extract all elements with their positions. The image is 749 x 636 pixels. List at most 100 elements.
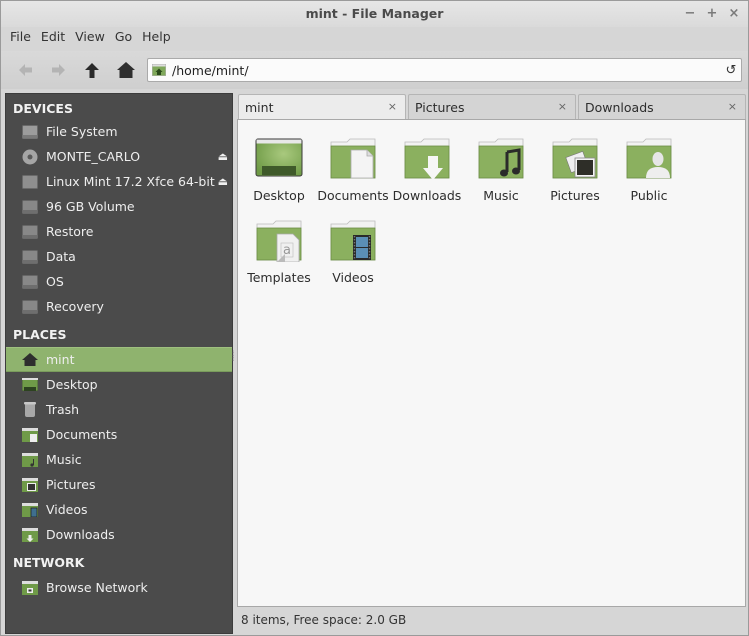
eject-icon[interactable]: ⏏ xyxy=(218,150,228,163)
file-item-label: Public xyxy=(630,188,668,203)
close-tab-icon[interactable]: × xyxy=(558,100,567,113)
file-item-label: Downloads xyxy=(392,188,462,203)
menu-file[interactable]: File xyxy=(5,29,36,44)
folder-documents-icon xyxy=(329,138,377,182)
back-button[interactable] xyxy=(15,60,37,80)
sidebar-item-label: Recovery xyxy=(46,299,104,314)
close-tab-icon[interactable]: × xyxy=(388,100,397,113)
sidebar-item-label: Trash xyxy=(46,402,80,417)
sidebar-item-96gb-volume[interactable]: 96 GB Volume xyxy=(6,194,232,219)
sidebar-item-label: MONTE_CARLO xyxy=(46,149,141,164)
tab-label: Downloads xyxy=(585,100,654,115)
devices-header: DEVICES xyxy=(13,101,73,116)
home-icon xyxy=(117,62,135,78)
sidebar-item-label: File System xyxy=(46,124,118,139)
maximize-button[interactable]: + xyxy=(706,1,718,27)
menu-edit[interactable]: Edit xyxy=(36,29,70,44)
arrow-left-icon xyxy=(19,64,32,76)
sidebar-item-recovery[interactable]: Recovery xyxy=(6,294,232,319)
file-item-pictures[interactable]: Pictures xyxy=(538,138,612,203)
sidebar-item-label: Documents xyxy=(46,427,118,442)
status-bar: 8 items, Free space: 2.0 GB xyxy=(241,613,407,627)
sidebar-item-data[interactable]: Data xyxy=(6,244,232,269)
sidebar-item-label: Restore xyxy=(46,224,94,239)
tab-bar: mint × Pictures × Downloads × xyxy=(236,93,746,120)
sidebar-item-file-system[interactable]: File System xyxy=(6,119,232,144)
harddisk-icon xyxy=(22,199,38,214)
tab-downloads[interactable]: Downloads × xyxy=(578,94,746,120)
menu-go[interactable]: Go xyxy=(110,29,137,44)
tab-pictures[interactable]: Pictures × xyxy=(408,94,576,120)
close-tab-icon[interactable]: × xyxy=(728,100,737,113)
harddisk-icon xyxy=(22,224,38,239)
sidebar-item-label: OS xyxy=(46,274,64,289)
sidebar-item-desktop[interactable]: Desktop xyxy=(6,372,232,397)
file-item-label: Pictures xyxy=(550,188,600,203)
folder-downloads-icon xyxy=(22,527,38,542)
forward-button[interactable] xyxy=(47,60,69,80)
sidebar-item-os[interactable]: OS xyxy=(6,269,232,294)
location-path[interactable]: /home/mint/ xyxy=(172,63,721,78)
file-item-desktop[interactable]: Desktop xyxy=(242,138,316,203)
sidebar-item-label: Pictures xyxy=(46,477,96,492)
sidebar-item-mint[interactable]: mint xyxy=(6,347,232,372)
harddisk-icon xyxy=(22,124,38,139)
sidebar-item-browse-network[interactable]: Browse Network xyxy=(6,575,232,600)
sidebar-item-monte-carlo[interactable]: MONTE_CARLO ⏏ xyxy=(6,144,232,169)
home-folder-icon xyxy=(152,64,166,76)
folder-videos-icon xyxy=(22,502,38,517)
menu-view[interactable]: View xyxy=(70,29,110,44)
arrow-right-icon xyxy=(52,64,65,76)
sidebar-item-label: Videos xyxy=(46,502,88,517)
sidebar-item-label: mint xyxy=(46,352,75,367)
sidebar-item-label: Browse Network xyxy=(46,580,148,595)
folder-downloads-icon xyxy=(403,138,451,182)
home-button[interactable] xyxy=(115,60,137,80)
sidebar-item-downloads[interactable]: Downloads xyxy=(6,522,232,547)
network-folder-icon xyxy=(22,580,38,595)
file-item-templates[interactable]: a Templates xyxy=(242,220,316,285)
file-item-music[interactable]: Music xyxy=(464,138,538,203)
harddisk-icon xyxy=(22,274,38,289)
up-button[interactable] xyxy=(81,60,103,80)
sidebar-item-label: Downloads xyxy=(46,527,115,542)
harddisk-icon xyxy=(22,249,38,264)
folder-videos-icon xyxy=(329,220,377,264)
close-button[interactable]: × xyxy=(728,1,740,27)
optical-disc-icon xyxy=(22,149,38,164)
file-item-label: Desktop xyxy=(253,188,305,203)
desktop-icon xyxy=(22,378,38,392)
harddisk-icon xyxy=(22,299,38,314)
sidebar-item-linux-mint[interactable]: Linux Mint 17.2 Xfce 64-bit ⏏ xyxy=(6,169,232,194)
file-item-downloads[interactable]: Downloads xyxy=(390,138,464,203)
tab-mint[interactable]: mint × xyxy=(238,94,406,120)
file-item-documents[interactable]: Documents xyxy=(316,138,390,203)
eject-icon[interactable]: ⏏ xyxy=(218,175,228,188)
file-item-label: Videos xyxy=(332,270,374,285)
file-item-videos[interactable]: Videos xyxy=(316,220,390,285)
menu-help[interactable]: Help xyxy=(137,29,176,44)
sidebar-item-trash[interactable]: Trash xyxy=(6,397,232,422)
folder-music-icon xyxy=(477,138,525,182)
sidebar-item-restore[interactable]: Restore xyxy=(6,219,232,244)
places-header: PLACES xyxy=(13,327,67,342)
folder-music-icon xyxy=(22,452,38,467)
file-item-public[interactable]: Public xyxy=(612,138,686,203)
sidebar-resize-handle[interactable]: ⁞ ⁞ xyxy=(232,350,236,376)
titlebar: mint - File Manager − + × xyxy=(1,1,748,27)
file-item-label: Templates xyxy=(247,270,311,285)
location-bar[interactable]: /home/mint/ ↺ xyxy=(147,58,742,82)
sidebar-item-pictures[interactable]: Pictures xyxy=(6,472,232,497)
sidebar-item-music[interactable]: Music xyxy=(6,447,232,472)
sidebar-item-documents[interactable]: Documents xyxy=(6,422,232,447)
sidebar-item-label: 96 GB Volume xyxy=(46,199,135,214)
folder-pictures-icon xyxy=(551,138,599,182)
reload-icon[interactable]: ↺ xyxy=(721,63,741,78)
arrow-up-icon xyxy=(85,62,99,78)
folder-pictures-icon xyxy=(22,477,38,492)
network-header: NETWORK xyxy=(13,555,85,570)
trash-icon xyxy=(22,402,38,417)
sidebar-item-videos[interactable]: Videos xyxy=(6,497,232,522)
toolbar: /home/mint/ ↺ xyxy=(1,51,748,89)
minimize-button[interactable]: − xyxy=(684,1,696,27)
